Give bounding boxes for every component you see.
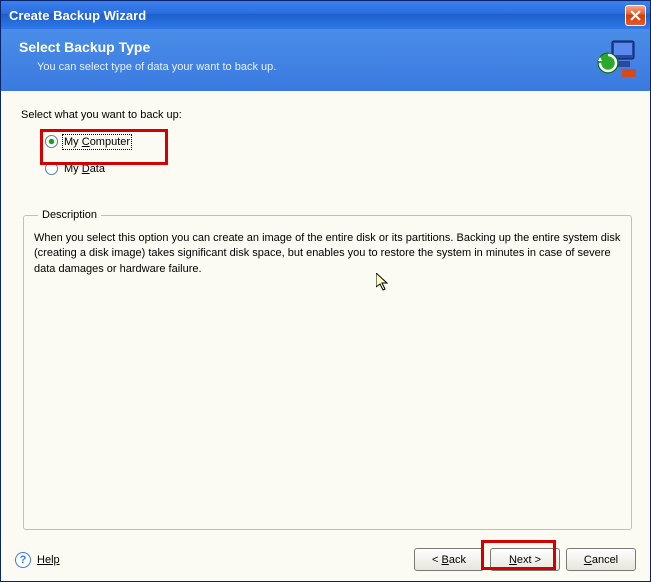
titlebar[interactable]: Create Backup Wizard (1, 1, 650, 29)
cancel-button[interactable]: Cancel (566, 548, 636, 571)
back-button[interactable]: < Back (414, 548, 484, 571)
header-title: Select Backup Type (19, 39, 636, 55)
close-icon (630, 10, 641, 21)
wizard-footer: ? Help < Back Next > Cancel (1, 540, 650, 581)
help-link[interactable]: ? Help (15, 552, 60, 568)
radio-my-computer[interactable]: My Computer (45, 135, 634, 148)
description-text: When you select this option you can crea… (34, 231, 621, 277)
backup-wizard-icon (594, 35, 640, 84)
next-button[interactable]: Next > (490, 548, 560, 571)
radio-icon (45, 162, 58, 175)
window-title: Create Backup Wizard (9, 8, 625, 23)
close-button[interactable] (625, 5, 646, 26)
description-legend: Description (38, 209, 101, 221)
help-icon: ? (15, 552, 31, 568)
radio-my-computer-label: My Computer (64, 136, 130, 148)
prompt-label: Select what you want to back up: (21, 109, 634, 121)
radio-my-data-label: My Data (64, 163, 105, 175)
wizard-content: Select what you want to back up: My Comp… (1, 91, 650, 540)
radio-icon (45, 135, 58, 148)
help-label: Help (37, 554, 60, 566)
wizard-window: Create Backup Wizard Select Backup Type … (0, 0, 651, 582)
wizard-header: Select Backup Type You can select type o… (1, 29, 650, 91)
header-subtitle: You can select type of data your want to… (37, 61, 636, 73)
description-group: Description When you select this option … (23, 209, 632, 530)
radio-my-data[interactable]: My Data (45, 162, 634, 175)
backup-type-radio-group: My Computer My Data (45, 135, 634, 189)
